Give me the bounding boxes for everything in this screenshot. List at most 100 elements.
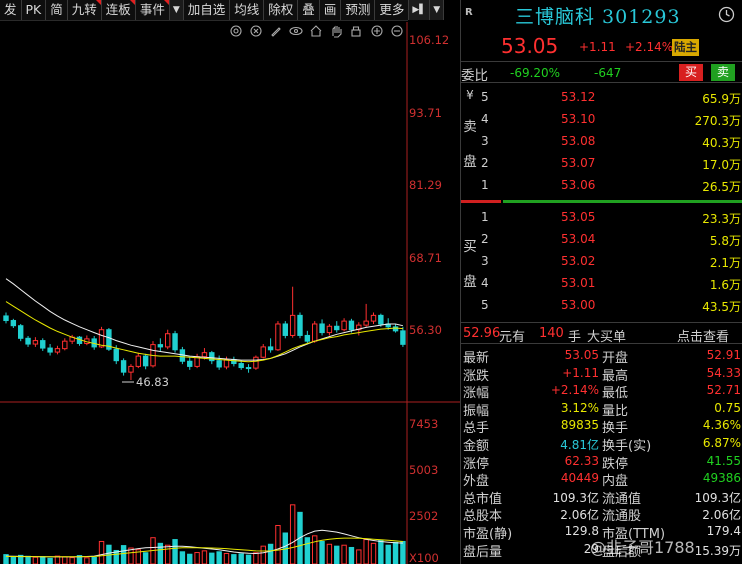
candle-body	[378, 314, 384, 325]
zoom-in-icon[interactable]	[371, 25, 383, 37]
sell-level-1[interactable]: 1 53.06 26.5万	[481, 174, 742, 196]
candle-body	[62, 340, 68, 350]
candle	[76, 336, 83, 346]
candle	[54, 345, 61, 355]
book-divider	[461, 200, 742, 203]
toolbar-collapse-icon[interactable]: ▶▌	[409, 0, 431, 20]
volume-bar	[165, 544, 171, 564]
volume-bar	[385, 544, 391, 564]
stat-label: 总市值	[463, 491, 503, 507]
volume-bar	[392, 541, 399, 564]
candle	[216, 355, 222, 370]
stat-value: 2.06亿	[560, 508, 599, 523]
stat-value: 41.55	[706, 453, 741, 468]
stat-value: 15.39万	[694, 543, 741, 558]
price-tick: 56.30	[409, 323, 442, 337]
clock-icon[interactable]	[718, 6, 735, 23]
sell-level-3[interactable]: 3 53.08 40.3万	[481, 130, 742, 152]
toolbar-lianban-button[interactable]: 连板	[102, 0, 136, 20]
candle	[297, 312, 303, 339]
toolbar-overlay-button[interactable]: 叠	[298, 0, 320, 20]
lock-icon[interactable]	[351, 26, 361, 37]
candle	[40, 338, 46, 351]
low-marker: 46.83	[122, 375, 169, 389]
toolbar-add-watchlist-button[interactable]: 加自选	[184, 0, 231, 20]
stats-row: 总股本 2.06亿 流通股 2.06亿	[461, 505, 742, 524]
view-detail-link[interactable]: 点击查看	[677, 326, 729, 345]
refresh-icon[interactable]	[250, 25, 262, 37]
level-num: 2	[481, 156, 489, 170]
volume-bar	[275, 524, 281, 564]
toolbar-shijian-button[interactable]: 事件	[136, 0, 170, 20]
level-num: 1	[481, 178, 489, 192]
candle	[275, 321, 281, 351]
buy-book-label: 盘	[463, 274, 477, 290]
stat-value: 6.87%	[702, 436, 741, 450]
volume-bar	[378, 540, 384, 564]
toolbar-pk-button[interactable]: PK	[22, 0, 47, 20]
volume-bar	[98, 540, 105, 564]
stat-value: 52.71	[706, 383, 741, 398]
toolbar-forecast-button[interactable]: 预测	[341, 0, 376, 20]
toolbar-draw-button[interactable]: 画	[320, 0, 342, 20]
price-tick: 106.12	[409, 33, 449, 47]
toolbar-ma-button[interactable]: 均线	[230, 0, 265, 20]
stat-label: 振幅	[463, 403, 490, 419]
toolbar-jian-button[interactable]: 简	[46, 0, 68, 20]
buy-level-3[interactable]: 3 53.02 2.1万	[481, 250, 742, 272]
sell-button[interactable]: 卖	[711, 64, 735, 81]
toolbar-exright-button[interactable]: 除权	[264, 0, 299, 20]
level-num: 5	[481, 90, 489, 104]
stat-label: 涨停	[463, 456, 490, 472]
cycle-icon[interactable]	[230, 25, 242, 37]
volume-bar	[69, 557, 75, 564]
sell-level-4[interactable]: 4 53.10 270.3万	[481, 108, 742, 130]
volume-bar	[341, 544, 347, 564]
candle-body	[282, 323, 289, 336]
sell-level-5[interactable]: 5 53.12 65.9万	[481, 86, 742, 108]
weibi-ratio: -69.20%	[510, 66, 561, 80]
toolbar-dropdown-icon[interactable]: ▼	[169, 0, 184, 20]
pencil-icon[interactable]	[271, 27, 281, 37]
candle	[157, 338, 164, 351]
candle	[253, 355, 259, 370]
toolbar-more-dropdown-icon[interactable]: ▼	[430, 0, 445, 20]
home-icon[interactable]	[310, 25, 322, 37]
volume-bar	[216, 551, 222, 564]
hand-icon[interactable]	[332, 25, 342, 38]
buy-level-1[interactable]: 1 53.05 23.3万	[481, 206, 742, 228]
stock-name[interactable]: 三博脑科 301293	[515, 2, 681, 29]
candle-body	[10, 320, 17, 327]
volume-bar	[84, 557, 90, 564]
buy-button[interactable]: 买	[679, 64, 703, 81]
volume-bar	[370, 542, 377, 564]
stats-row: 总手 89835 换手 4.36%	[461, 417, 742, 436]
candle	[245, 364, 252, 373]
candle	[150, 341, 156, 368]
eye-icon[interactable]	[289, 26, 303, 36]
level-price: 53.00	[561, 298, 596, 312]
stat-label: 外盘	[463, 474, 490, 490]
northbound-badge[interactable]: 陆主	[672, 39, 699, 56]
level-price: 53.02	[561, 254, 596, 268]
sell-book-label: 卖	[463, 119, 477, 135]
buy-level-2[interactable]: 2 53.04 5.8万	[481, 228, 742, 250]
zoom-out-icon[interactable]	[391, 25, 403, 37]
toolbar-jiuzhuan-button[interactable]: 九转	[68, 0, 102, 20]
stat-value: 40449	[560, 471, 599, 486]
buy-level-5[interactable]: 5 53.00 43.5万	[481, 294, 742, 316]
trade-volume: 140	[539, 326, 564, 341]
level-volume: 2.1万	[709, 256, 741, 270]
sell-level-2[interactable]: 2 53.07 17.0万	[481, 152, 742, 174]
buy-level-4[interactable]: 4 53.01 1.6万	[481, 272, 742, 294]
candle	[106, 327, 112, 351]
candle-body	[304, 334, 311, 342]
kline-chart[interactable]: 106.12 93.71 81.29 68.71 56.30 7453 5003…	[0, 22, 460, 564]
volume-bar	[201, 550, 208, 564]
candle	[128, 364, 134, 380]
volume-bar	[267, 543, 274, 564]
toolbar-fa-button[interactable]: 发	[0, 0, 22, 20]
volume-bar	[356, 549, 362, 564]
toolbar-more-button[interactable]: 更多	[375, 0, 410, 20]
stat-label: 量比	[602, 403, 629, 419]
